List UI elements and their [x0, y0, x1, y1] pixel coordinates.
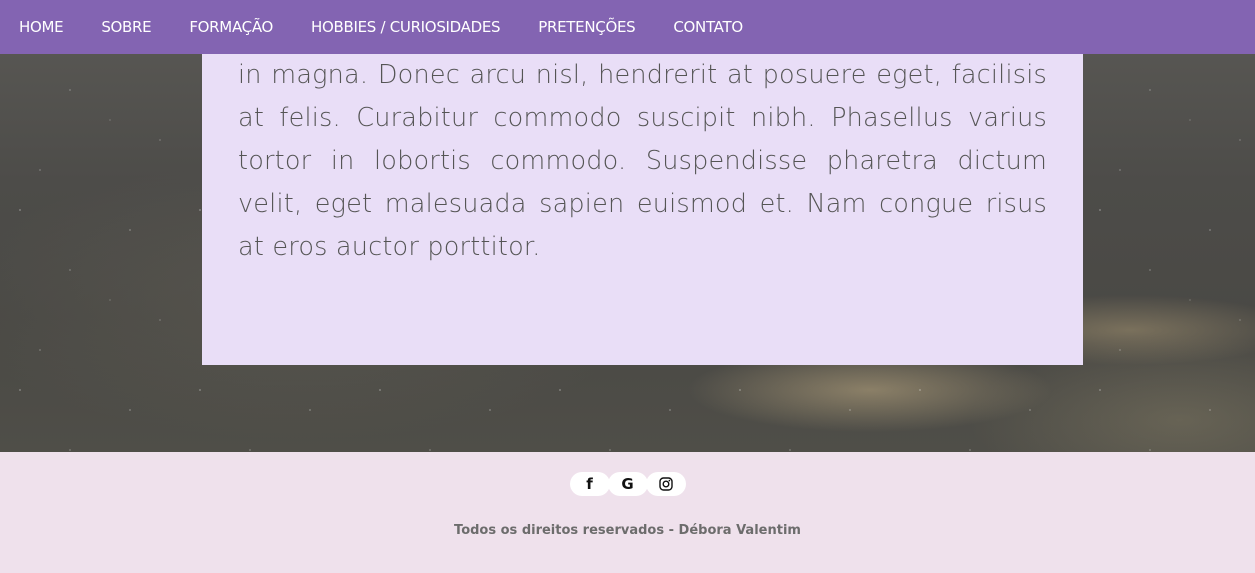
social-links: f G [0, 472, 1255, 496]
nav-link-sobre[interactable]: SOBRE [101, 18, 151, 36]
copyright-text: Todos os direitos reservados - Débora Va… [454, 523, 801, 538]
google-button[interactable]: G [607, 472, 648, 496]
google-icon: G [621, 475, 634, 493]
facebook-icon: f [586, 475, 593, 493]
top-navbar: HOME SOBRE FORMAÇÃO HOBBIES / CURIOSIDAD… [0, 0, 1255, 54]
instagram-button[interactable] [645, 472, 686, 496]
content-card: in magna. Donec arcu nisl, hendrerit at … [202, 40, 1083, 365]
nav-link-hobbies[interactable]: HOBBIES / CURIOSIDADES [311, 18, 501, 36]
nav-link-formacao[interactable]: FORMAÇÃO [189, 18, 273, 36]
page-footer: f G Todos os direitos reservados - Débor… [0, 452, 1255, 573]
content-paragraph: in magna. Donec arcu nisl, hendrerit at … [238, 60, 1047, 262]
nav-link-contato[interactable]: CONTATO [673, 18, 743, 36]
facebook-button[interactable]: f [569, 472, 610, 496]
instagram-icon [658, 477, 673, 491]
nav-link-pretencoes[interactable]: PRETENÇÕES [538, 18, 635, 36]
nav-link-home[interactable]: HOME [19, 18, 64, 36]
